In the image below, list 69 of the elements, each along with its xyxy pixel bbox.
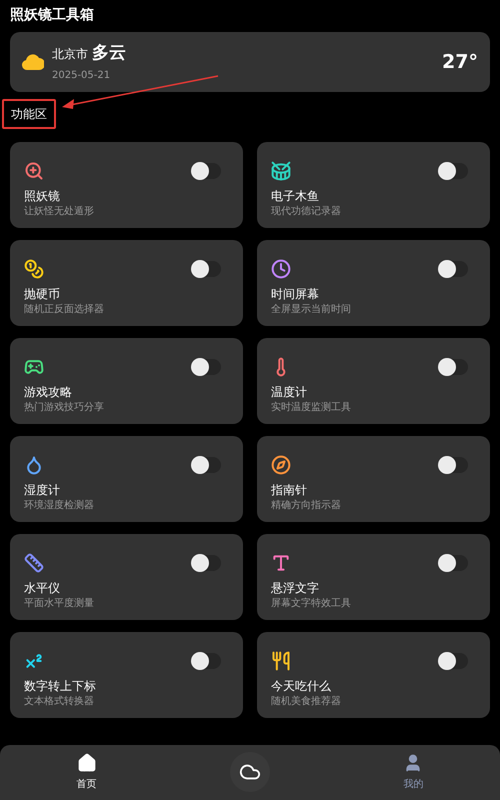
tool-name: 温度计 [271, 384, 307, 400]
weather-date: 2025-05-21 [52, 69, 112, 84]
toggle-switch[interactable] [438, 163, 468, 179]
magnifier-icon [24, 161, 44, 181]
tool-description: 环境湿度检测器 [24, 500, 94, 512]
section-title: 功能区 [2, 99, 56, 129]
tool-description: 实时温度监测工具 [271, 402, 351, 414]
utensils-icon [271, 651, 291, 671]
gamepad-icon [24, 357, 44, 377]
toggle-switch[interactable] [191, 555, 221, 571]
tool-description: 文本格式转换器 [24, 696, 94, 708]
tool-description: 平面水平度测量 [24, 598, 94, 610]
tool-description: 让妖怪无处遁形 [24, 206, 94, 218]
toggle-switch[interactable] [191, 457, 221, 473]
tool-description: 热门游戏技巧分享 [24, 402, 104, 414]
ruler-icon [24, 553, 44, 573]
tool-description: 屏幕文字特效工具 [271, 598, 351, 610]
toggle-switch[interactable] [438, 359, 468, 375]
tool-description: 全屏显示当前时间 [271, 304, 351, 316]
tool-card[interactable]: 水平仪 平面水平度测量 [10, 534, 243, 620]
weather-condition: 多云 [92, 42, 126, 65]
tool-name: 指南针 [271, 482, 307, 498]
tool-card[interactable]: 时间屏幕 全屏显示当前时间 [257, 240, 490, 326]
compass-icon [271, 455, 291, 475]
toggle-switch[interactable] [191, 653, 221, 669]
tool-card[interactable]: 悬浮文字 屏幕文字特效工具 [257, 534, 490, 620]
toggle-switch[interactable] [191, 359, 221, 375]
tool-card[interactable]: 数字转上下标 文本格式转换器 [10, 632, 243, 718]
tool-name: 湿度计 [24, 482, 60, 498]
tool-card[interactable]: 照妖镜 让妖怪无处遁形 [10, 142, 243, 228]
weather-nav-button[interactable] [230, 752, 270, 792]
toggle-switch[interactable] [438, 261, 468, 277]
tool-name: 水平仪 [24, 580, 60, 596]
tool-name: 游戏攻略 [24, 384, 72, 400]
tool-description: 随机美食推荐器 [271, 696, 341, 708]
tool-name: 电子木鱼 [271, 188, 319, 204]
tool-name: 悬浮文字 [271, 580, 319, 596]
drum-icon [271, 161, 291, 181]
temperature: 27° [442, 50, 478, 75]
tool-card[interactable]: 湿度计 环境湿度检测器 [10, 436, 243, 522]
tool-card[interactable]: 电子木鱼 现代功德记录器 [257, 142, 490, 228]
tool-card[interactable]: 指南针 精确方向指示器 [257, 436, 490, 522]
tool-name: 抛硬币 [24, 286, 60, 302]
toggle-switch[interactable] [191, 261, 221, 277]
tool-card[interactable]: 今天吃什么 随机美食推荐器 [257, 632, 490, 718]
tool-name: 时间屏幕 [271, 286, 319, 302]
toggle-switch[interactable] [438, 457, 468, 473]
droplet-icon [24, 455, 44, 475]
nav-tab[interactable]: 我的 [383, 753, 444, 792]
tool-card[interactable]: 游戏攻略 热门游戏技巧分享 [10, 338, 243, 424]
home-icon [76, 753, 97, 773]
nav-tab[interactable]: 首页 [56, 753, 117, 792]
tool-name: 数字转上下标 [24, 678, 96, 694]
tool-description: 精确方向指示器 [271, 500, 341, 512]
superscript-icon [24, 651, 44, 671]
tool-card[interactable]: 抛硬币 随机正反面选择器 [10, 240, 243, 326]
app-title: 照妖镜工具箱 [10, 7, 94, 23]
tool-name: 今天吃什么 [271, 678, 331, 694]
toggle-switch[interactable] [438, 555, 468, 571]
clock-icon [271, 259, 291, 279]
cloud-icon [22, 53, 44, 71]
city-name: 北京市 [52, 46, 88, 63]
tool-description: 现代功德记录器 [271, 206, 341, 218]
toggle-switch[interactable] [191, 163, 221, 179]
tool-card[interactable]: 温度计 实时温度监测工具 [257, 338, 490, 424]
tool-description: 随机正反面选择器 [24, 304, 104, 316]
toggle-switch[interactable] [438, 653, 468, 669]
tool-name: 照妖镜 [24, 188, 60, 204]
coins-icon [24, 259, 44, 279]
